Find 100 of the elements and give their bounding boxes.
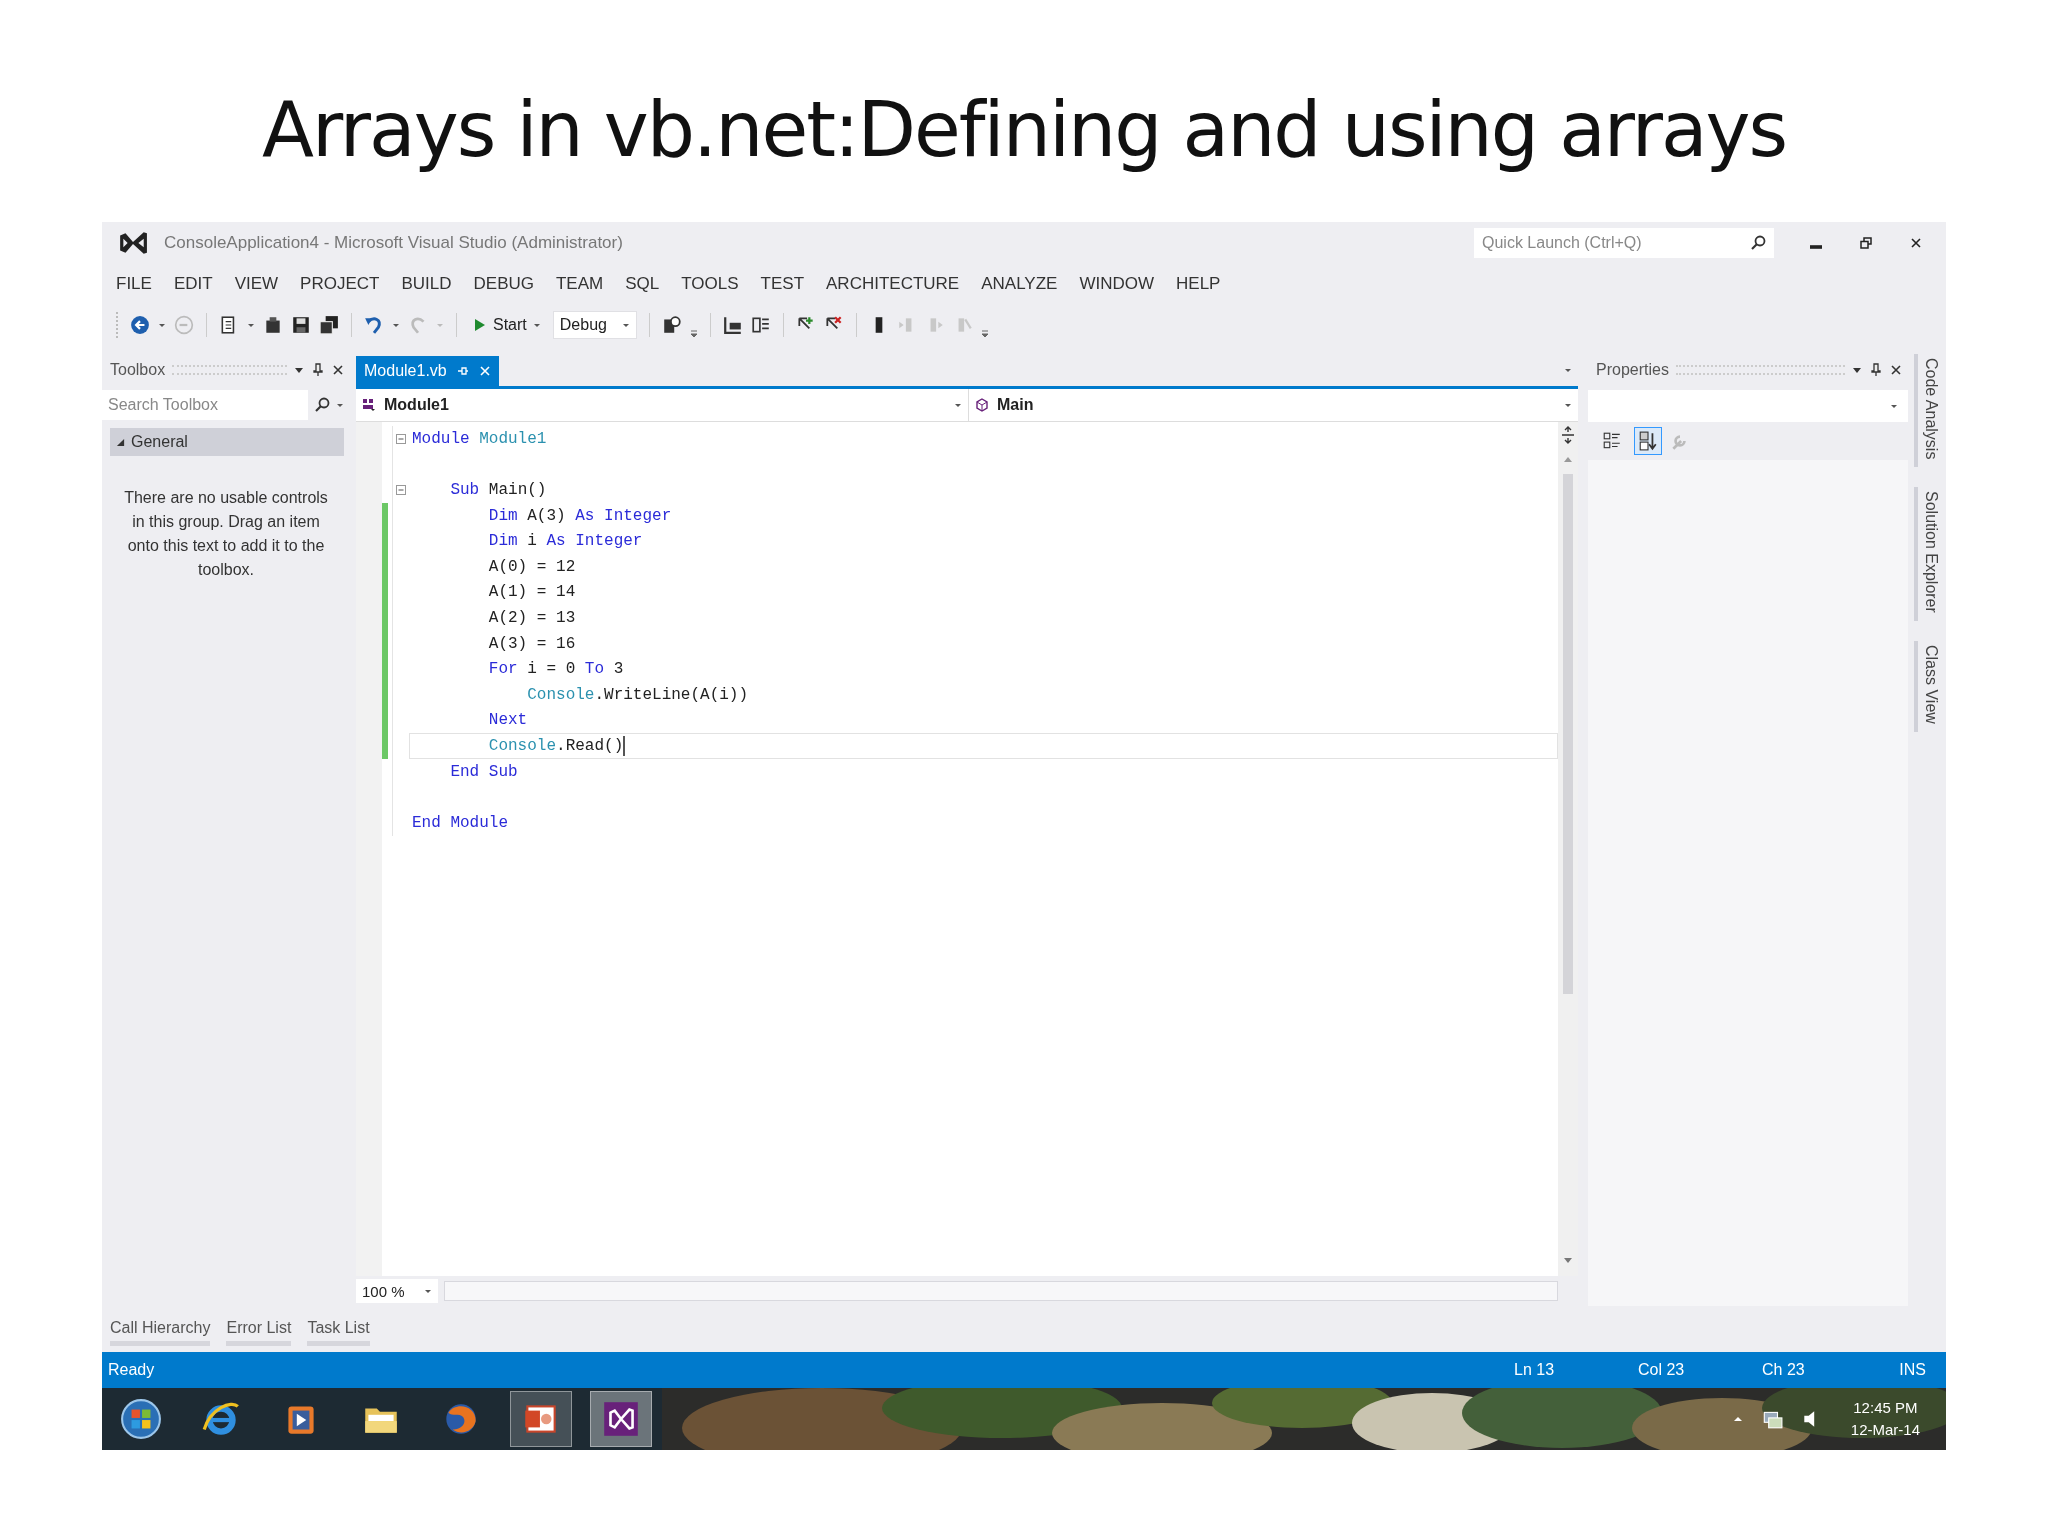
play-icon — [473, 318, 487, 332]
panel-grip[interactable] — [172, 365, 287, 375]
find-icon[interactable] — [661, 315, 682, 335]
code-line: Dim i As Integer — [487, 531, 644, 553]
document-tab[interactable]: Module1.vb — [356, 356, 499, 386]
caret-icon — [336, 401, 344, 409]
side-tab[interactable]: Solution Explorer — [1914, 487, 1940, 622]
clock[interactable]: 12:45 PM 12-Mar-14 — [1850, 1397, 1920, 1441]
close-icon — [1910, 237, 1922, 249]
scroll-thumb[interactable] — [1563, 474, 1573, 994]
presentation-icon[interactable] — [510, 1391, 572, 1447]
code-line: Console.WriteLine(A(i)) — [526, 684, 750, 706]
close-icon[interactable] — [332, 364, 344, 376]
panel-grip[interactable] — [1675, 365, 1845, 375]
save-icon[interactable] — [291, 315, 311, 335]
caret-icon — [954, 401, 962, 409]
zoom-dropdown[interactable]: 100 % — [356, 1279, 438, 1303]
menu-item[interactable]: SQL — [625, 274, 660, 294]
menu-item[interactable]: HELP — [1176, 274, 1221, 294]
code-line: A(2) = 13 — [487, 607, 577, 629]
side-tab[interactable]: Code Analysis — [1914, 354, 1940, 468]
caret-icon[interactable] — [392, 321, 400, 329]
save-all-icon[interactable] — [319, 315, 339, 335]
tool-window-tab[interactable]: Call Hierarchy — [110, 1318, 211, 1346]
clock-time: 12:45 PM — [1853, 1398, 1918, 1418]
expander-icon — [116, 437, 125, 447]
pin-icon[interactable] — [311, 363, 325, 377]
code-line: Sub Main() — [449, 480, 548, 501]
list-icon[interactable] — [750, 315, 771, 335]
window-title: ConsoleApplication4 - Microsoft Visual Studio (Administrator) — [164, 233, 623, 253]
caret-icon[interactable] — [158, 321, 166, 329]
menu-item[interactable]: FILE — [116, 274, 152, 294]
menu-item[interactable]: EDIT — [173, 274, 213, 294]
menu-item[interactable]: ARCHITECTURE — [826, 274, 960, 294]
collapse-icon[interactable] — [395, 432, 407, 445]
empty-message: There are no usable controls in this group. Drag an item onto this text to add it to the toolbox. — [123, 488, 329, 580]
tool-window-tab[interactable]: Task List — [307, 1318, 370, 1346]
menu-item[interactable]: VIEW — [234, 274, 279, 294]
menu-item[interactable]: DEBUG — [473, 274, 534, 294]
tab-list-icon[interactable] — [1564, 366, 1572, 374]
splitter-icon[interactable] — [1561, 426, 1575, 444]
undo-icon[interactable] — [364, 315, 384, 335]
code-line: A(1) = 14 — [487, 582, 577, 604]
quick-launch-field[interactable]: Quick Launch (Ctrl+Q) — [1474, 228, 1774, 258]
menu-item[interactable]: WINDOW — [1079, 274, 1154, 294]
code-line: Next — [487, 710, 529, 732]
dropdown-icon[interactable] — [294, 365, 304, 375]
configuration-dropdown[interactable]: Debug — [552, 311, 637, 339]
caret-icon — [532, 321, 541, 329]
char-indicator: Ch 23 — [1762, 1361, 1806, 1379]
categorized-icon — [1602, 431, 1622, 451]
caret-icon[interactable] — [247, 321, 255, 329]
line-indicator: Ln 13 — [1514, 1361, 1556, 1379]
caret-icon — [621, 321, 630, 329]
dropdown-icon[interactable] — [1852, 365, 1862, 375]
pin-icon[interactable] — [1869, 363, 1883, 377]
code-line: A(3) = 16 — [487, 633, 577, 655]
pin-icon[interactable] — [456, 365, 469, 377]
slide-title: Arrays in vb.net:Defining and using arrays — [260, 84, 1788, 176]
code-line: A(0) = 12 — [487, 556, 577, 578]
collapse-icon[interactable] — [395, 484, 407, 496]
sort-alphabetical-button[interactable] — [1634, 427, 1662, 455]
minimize-icon — [1810, 245, 1822, 249]
logo-icon — [118, 230, 148, 256]
start-button[interactable]: Start — [469, 314, 545, 336]
menu-item[interactable]: PROJECT — [300, 274, 380, 294]
horizontal-scrollbar[interactable] — [444, 1281, 1558, 1301]
menu-item[interactable]: BUILD — [401, 274, 452, 294]
menu-item[interactable]: TEST — [760, 274, 805, 294]
code-line: Dim A(3) As Integer — [487, 505, 673, 527]
code-line: End Sub — [449, 761, 519, 783]
insert-mode-indicator: INS — [1898, 1361, 1926, 1379]
code-line: Module Module1 — [411, 428, 548, 450]
member-selector[interactable]: Main — [969, 389, 1578, 421]
tool-window-tab[interactable]: Error List — [226, 1318, 292, 1346]
status-message: Ready — [108, 1361, 155, 1379]
indent-icon[interactable] — [722, 315, 743, 335]
type-selector[interactable]: Module1 — [356, 389, 969, 421]
sort-icon — [1638, 431, 1658, 451]
close-icon[interactable] — [1890, 364, 1902, 376]
panel-title: Properties — [1596, 361, 1669, 379]
caret-icon — [1564, 401, 1572, 409]
menu-item[interactable]: TOOLS — [681, 274, 739, 294]
back-icon[interactable] — [130, 315, 150, 335]
panel-title: Toolbox — [110, 361, 166, 379]
clock-date: 12-Mar-14 — [1850, 1420, 1920, 1440]
text-cursor — [623, 735, 626, 756]
method-icon — [975, 398, 989, 412]
toolbox-group[interactable]: General — [110, 428, 344, 456]
caret-icon — [424, 1287, 432, 1295]
menu-item[interactable]: ANALYZE — [981, 274, 1058, 294]
caret-icon[interactable] — [1732, 1414, 1743, 1424]
side-tab[interactable]: Class View — [1914, 641, 1940, 733]
search-field[interactable]: Search Toolbox — [102, 390, 308, 420]
column-indicator: Col 23 — [1638, 1361, 1686, 1379]
code-line: For i = 0 To 3 — [487, 659, 625, 681]
restore-icon — [1860, 237, 1872, 249]
code-line: End Module — [411, 812, 510, 834]
menu-item[interactable]: TEAM — [556, 274, 604, 294]
infinity-logo-icon[interactable] — [590, 1391, 652, 1447]
